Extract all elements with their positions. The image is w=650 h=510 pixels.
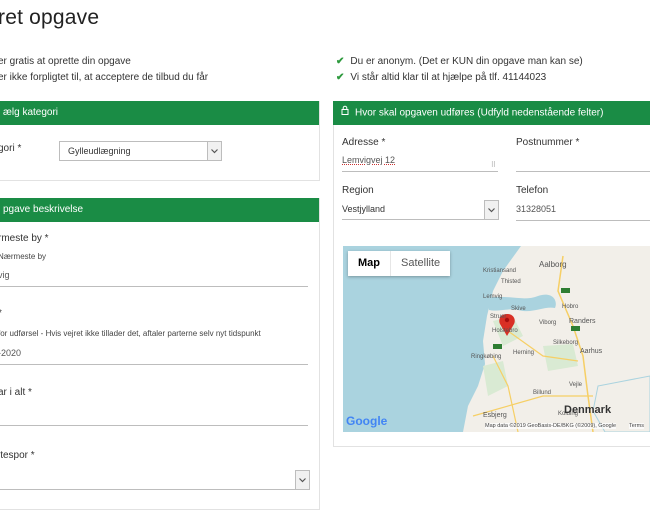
address-input[interactable]: Lemvigvej 12 ⠿ bbox=[342, 155, 498, 172]
chevron-down-icon bbox=[295, 470, 310, 490]
date-input-value: -2020 bbox=[0, 348, 22, 358]
map-place-label: Skive bbox=[511, 306, 526, 312]
page-title: ret opgave bbox=[0, 6, 100, 29]
map-place-label: Viborg bbox=[539, 320, 557, 326]
total-label: ar i alt * bbox=[0, 387, 32, 398]
date-input[interactable]: -2020 bbox=[0, 348, 308, 365]
map-place-label: Herning bbox=[513, 350, 535, 356]
map-place-label: Silkeborg bbox=[553, 340, 579, 346]
chevron-down-icon bbox=[484, 200, 499, 220]
city-hint: Nærmeste by bbox=[0, 252, 47, 261]
map-place-label: Struer bbox=[490, 314, 507, 320]
date-hint: for udførsel - Hvis vejret ikke tillader… bbox=[0, 329, 261, 338]
check-icon: ✔ bbox=[336, 72, 345, 83]
track-select[interactable] bbox=[0, 470, 310, 490]
map-place-label: Randers bbox=[569, 318, 596, 325]
category-label: gori * bbox=[0, 143, 22, 154]
address-input-value: Lemvigvej 12 bbox=[342, 155, 396, 165]
date-label: * bbox=[0, 308, 2, 319]
region-label: Region bbox=[342, 185, 374, 196]
city-label: rmeste by * bbox=[0, 233, 49, 244]
chevron-down-icon bbox=[207, 142, 221, 160]
benefit-item: er gratis at oprette din opgave bbox=[0, 56, 131, 67]
benefit-item: ✔ Vi står altid klar til at hjælpe på tlf… bbox=[336, 72, 547, 83]
phone-label: Telefon bbox=[516, 185, 549, 196]
benefit-item: ✔ Du er anonym. (Det er KUN din opgave ma… bbox=[336, 56, 583, 67]
description-header: pgave beskrivelse bbox=[0, 198, 319, 222]
category-header: ælg kategori bbox=[0, 101, 319, 125]
map-place-label: Ringkøbing bbox=[471, 354, 502, 360]
map-view-button[interactable]: Map bbox=[348, 251, 390, 276]
category-select[interactable]: Gylleudlægning bbox=[59, 141, 222, 161]
map-country-label: Denmark bbox=[564, 404, 612, 416]
benefit-item: er ikke forpligtet til, at acceptere de … bbox=[0, 72, 209, 83]
resize-handle-icon: ⠿ bbox=[490, 162, 496, 169]
map-terms-link[interactable]: Terms bbox=[629, 423, 644, 429]
satellite-view-button[interactable]: Satellite bbox=[390, 251, 450, 276]
map-place-label: Esbjerg bbox=[483, 412, 507, 419]
region-select[interactable]: Vestjylland bbox=[342, 200, 499, 220]
google-logo: Google bbox=[346, 414, 388, 428]
map-place-label: Hobro bbox=[562, 304, 579, 310]
region-select-value: Vestjylland bbox=[342, 204, 386, 214]
city-input-value: vig bbox=[0, 270, 10, 280]
map-type-control: Map Satellite bbox=[348, 251, 451, 276]
phone-input[interactable]: 31328051 bbox=[516, 204, 650, 221]
category-select-value: Gylleudlægning bbox=[68, 146, 131, 156]
lock-icon bbox=[341, 101, 349, 125]
phone-input-value: 31328051 bbox=[516, 204, 557, 214]
track-label: jtespor * bbox=[0, 450, 35, 461]
location-header: Hvor skal opgaven udføres (Udfyld nedens… bbox=[333, 101, 650, 125]
map-place-label: Lemvig bbox=[483, 294, 503, 300]
total-input[interactable] bbox=[0, 409, 308, 426]
map-attribution: Map data ©2019 GeoBasis-DE/BKG (©2009), … bbox=[485, 423, 617, 429]
postal-input[interactable] bbox=[516, 155, 650, 172]
map-place-label: Aarhus bbox=[580, 348, 603, 355]
map-place-label: Kristiansand bbox=[483, 268, 517, 274]
postal-label: Postnummer * bbox=[516, 137, 580, 148]
map-place-label: Aalborg bbox=[539, 260, 567, 269]
check-icon: ✔ bbox=[336, 56, 345, 67]
map-place-label: Billund bbox=[533, 390, 552, 396]
map-place-label: Thisted bbox=[501, 279, 521, 285]
address-label: Adresse * bbox=[342, 137, 386, 148]
city-input[interactable]: vig bbox=[0, 270, 308, 287]
map-place-label: Holstebro bbox=[492, 328, 518, 334]
map-place-label: Vejle bbox=[569, 382, 583, 388]
